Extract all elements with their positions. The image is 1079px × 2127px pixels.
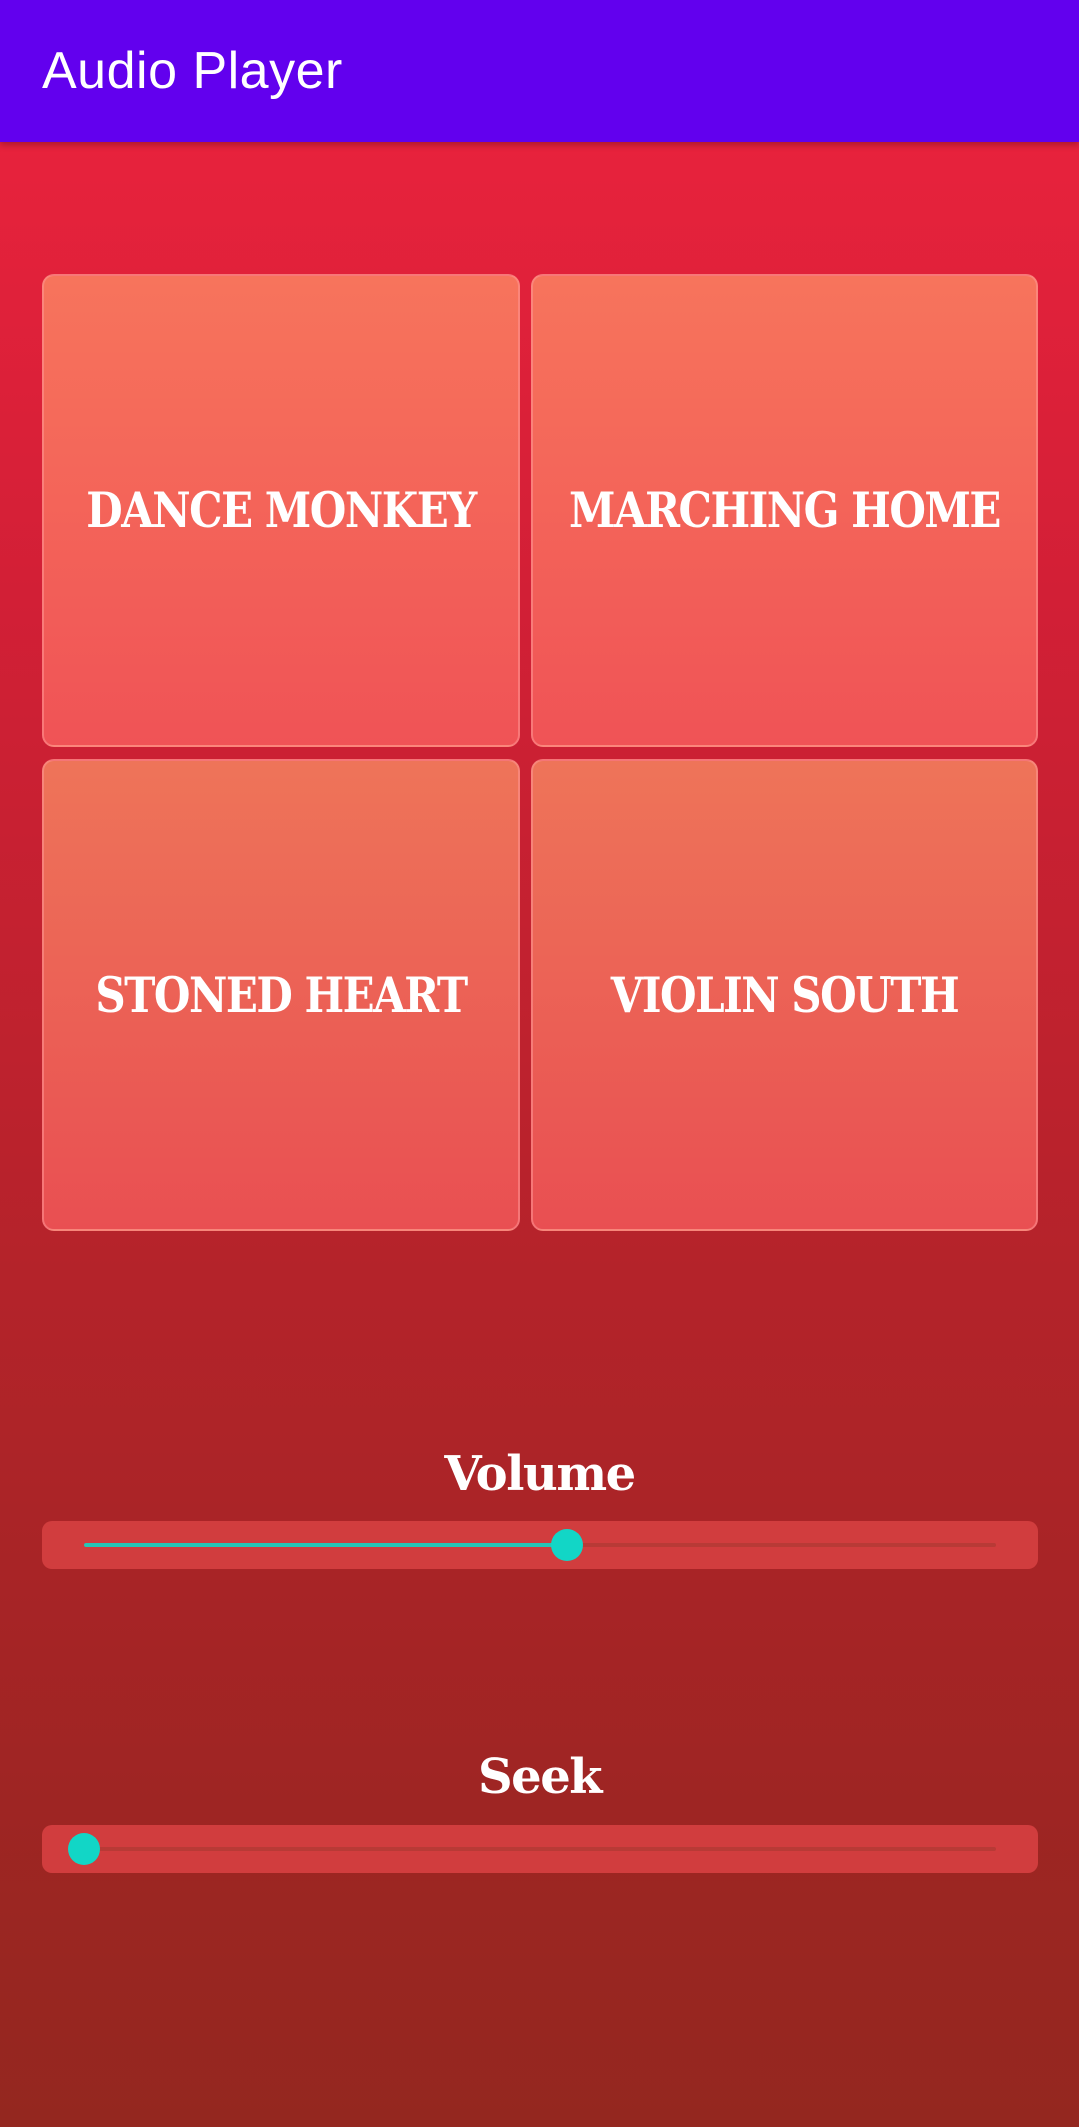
track-button-violin-south[interactable]: VIOLIN SOUTH bbox=[531, 759, 1038, 1231]
app-title: Audio Player bbox=[42, 42, 343, 100]
volume-track-fill bbox=[84, 1543, 568, 1547]
seek-track[interactable] bbox=[84, 1847, 996, 1851]
seek-slider[interactable] bbox=[42, 1825, 1038, 1873]
track-button-marching-home[interactable]: MARCHING HOME bbox=[531, 274, 1038, 747]
volume-track[interactable] bbox=[84, 1543, 996, 1547]
track-button-stoned-heart[interactable]: STONED HEART bbox=[42, 759, 520, 1231]
app-bar: Audio Player bbox=[0, 0, 1079, 142]
seek-label: Seek bbox=[478, 1749, 603, 1805]
track-label: MARCHING HOME bbox=[569, 482, 1001, 539]
volume-thumb[interactable] bbox=[551, 1529, 584, 1561]
track-label: DANCE MONKEY bbox=[86, 482, 477, 539]
track-label: VIOLIN SOUTH bbox=[610, 966, 960, 1024]
track-button-dance-monkey[interactable]: DANCE MONKEY bbox=[42, 274, 520, 747]
volume-label: Volume bbox=[444, 1446, 636, 1502]
seek-thumb[interactable] bbox=[68, 1833, 100, 1865]
volume-slider[interactable] bbox=[42, 1521, 1038, 1569]
track-label: STONED HEART bbox=[95, 966, 468, 1024]
